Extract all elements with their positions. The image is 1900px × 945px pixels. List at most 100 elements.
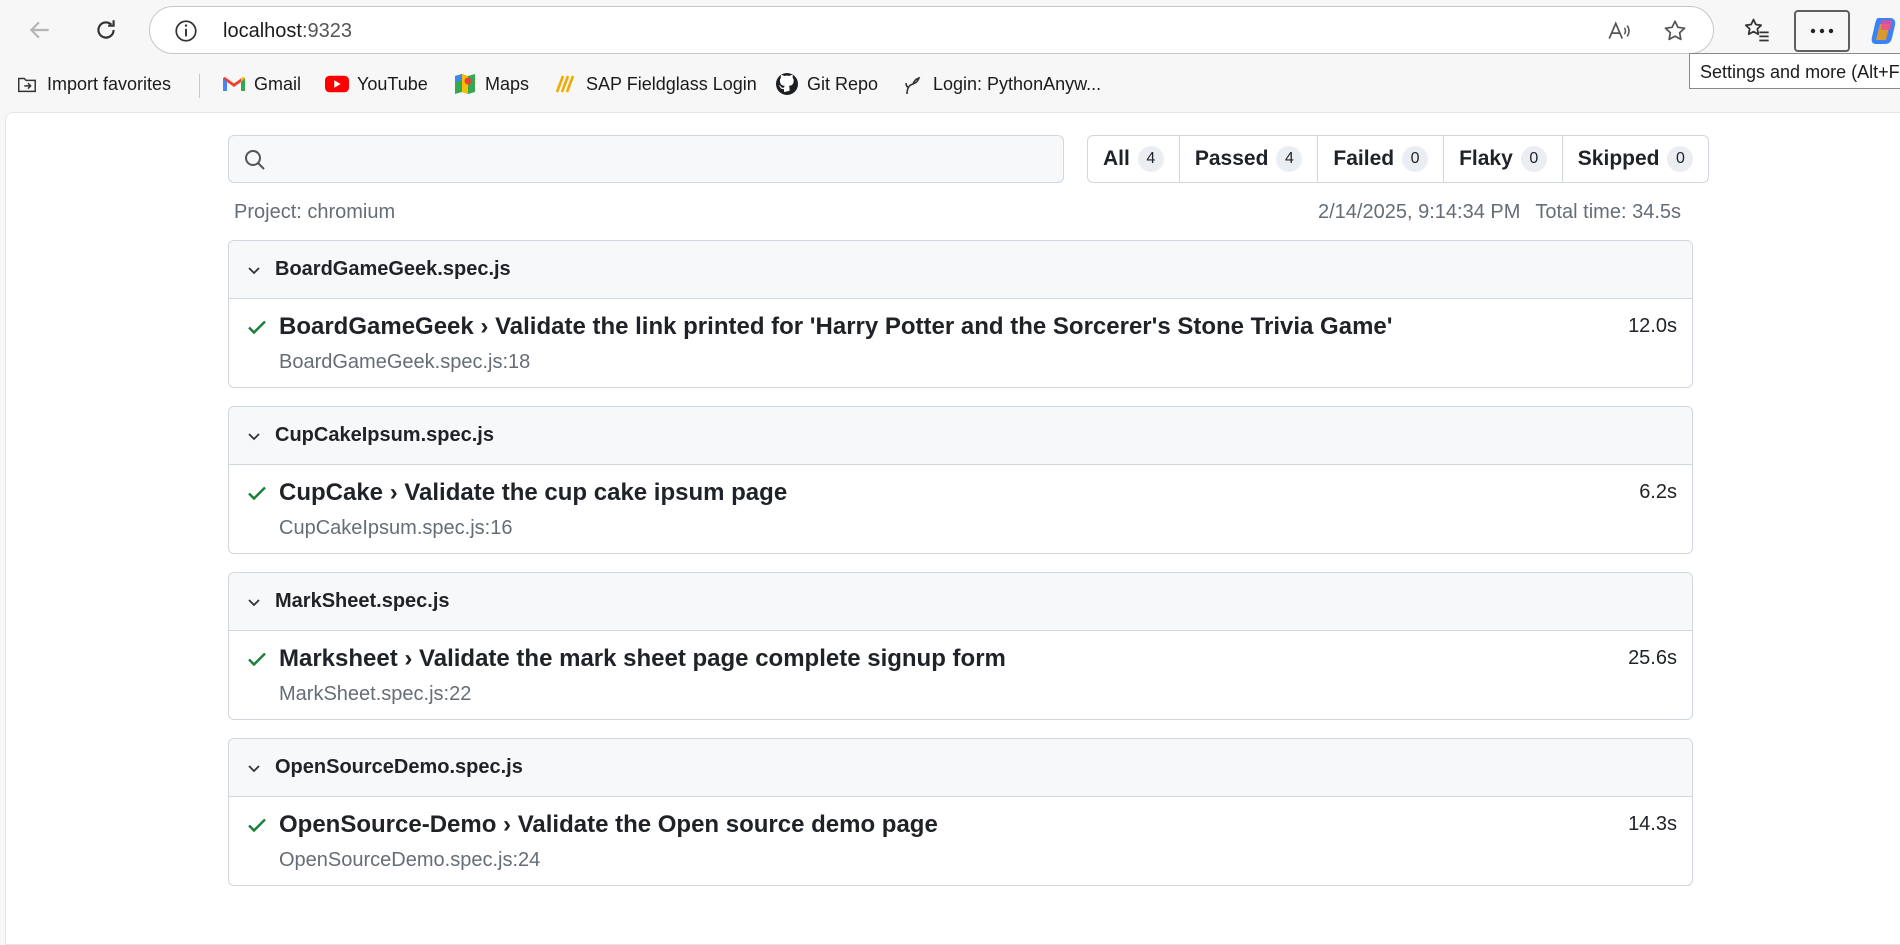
- url-port: :9323: [301, 20, 352, 42]
- import-folder-icon: [15, 72, 39, 96]
- github-icon: [775, 72, 799, 96]
- filter-count: 0: [1402, 146, 1429, 172]
- status-filters: All 4 Passed 4 Failed 0 Flaky 0 Skipped 0: [1087, 135, 1710, 183]
- test-duration: 12.0s: [1628, 315, 1677, 337]
- file-header[interactable]: BoardGameGeek.spec.js: [229, 241, 1692, 299]
- test-row[interactable]: Marksheet › Validate the mark sheet page…: [229, 631, 1692, 719]
- bookmark-import-favorites[interactable]: Import favorites: [15, 70, 171, 98]
- search-icon: [245, 150, 265, 170]
- fieldglass-icon: [554, 72, 578, 96]
- file-name: CupCakeIpsum.spec.js: [275, 424, 494, 446]
- test-location: BoardGameGeek.spec.js:18: [279, 351, 531, 373]
- bookmark-pythonanywhere[interactable]: Login: PythonAnyw...: [901, 70, 1101, 98]
- filter-label: Passed: [1194, 147, 1269, 170]
- youtube-icon: [325, 72, 349, 96]
- bookmark-label: Gmail: [254, 73, 302, 94]
- add-favorite-star-icon[interactable]: [1661, 17, 1689, 45]
- filter-count: 4: [1276, 146, 1303, 172]
- file-name: MarkSheet.spec.js: [275, 590, 450, 612]
- reload-button[interactable]: [86, 10, 126, 50]
- filter-count: 0: [1520, 146, 1547, 172]
- filter-label: Skipped: [1577, 147, 1660, 170]
- check-icon: [248, 486, 266, 501]
- search-input[interactable]: [273, 142, 1053, 176]
- read-aloud-icon[interactable]: [1605, 17, 1633, 45]
- file-card: OpenSourceDemo.spec.js OpenSource-Demo ›…: [228, 738, 1693, 886]
- chevron-down-icon: [243, 259, 265, 281]
- filter-skipped[interactable]: Skipped 0: [1561, 136, 1709, 182]
- back-button[interactable]: [20, 10, 60, 50]
- filter-failed[interactable]: Failed 0: [1317, 136, 1443, 182]
- arrow-left-icon: [29, 21, 49, 39]
- test-row[interactable]: BoardGameGeek › Validate the link printe…: [229, 299, 1692, 387]
- bookmark-gmail[interactable]: Gmail: [222, 70, 301, 98]
- url-text[interactable]: localhost:9323: [223, 20, 352, 43]
- favorites-list-icon: [1744, 18, 1769, 42]
- filter-count: 0: [1667, 146, 1694, 172]
- address-bar[interactable]: localhost:9323: [149, 6, 1714, 54]
- bookmark-label: SAP Fieldglass Login: [586, 73, 757, 94]
- test-title[interactable]: CupCake › Validate the cup cake ipsum pa…: [279, 479, 787, 507]
- file-card: BoardGameGeek.spec.js BoardGameGeek › Va…: [228, 240, 1693, 388]
- test-row[interactable]: OpenSource-Demo › Validate the Open sour…: [229, 797, 1692, 885]
- test-title[interactable]: OpenSource-Demo › Validate the Open sour…: [279, 811, 938, 839]
- bookmark-label: YouTube: [357, 73, 428, 94]
- chevron-down-icon: [243, 591, 265, 613]
- file-header[interactable]: CupCakeIpsum.spec.js: [229, 407, 1692, 465]
- project-name: Project: chromium: [234, 201, 396, 223]
- maps-icon: [453, 72, 477, 96]
- test-duration: 25.6s: [1628, 647, 1677, 669]
- test-location: OpenSourceDemo.spec.js:24: [279, 849, 541, 871]
- bookmark-label: Git Repo: [807, 73, 879, 94]
- check-icon: [248, 320, 266, 335]
- run-metadata: 2/14/2025, 9:14:34 PM Total time: 34.5s: [1318, 201, 1681, 224]
- bookmark-git-repo[interactable]: Git Repo: [775, 70, 878, 98]
- filter-label: Flaky: [1459, 147, 1513, 170]
- url-host: localhost: [223, 20, 302, 42]
- test-row[interactable]: CupCake › Validate the cup cake ipsum pa…: [229, 465, 1692, 553]
- filter-all[interactable]: All 4: [1088, 136, 1179, 182]
- chevron-down-icon: [243, 757, 265, 779]
- filter-label: All: [1103, 147, 1130, 170]
- browser-toolbar: localhost:9323: [0, 0, 1900, 60]
- bookmarks-divider: [199, 74, 200, 98]
- file-header[interactable]: MarkSheet.spec.js: [229, 573, 1692, 631]
- pythonanywhere-icon: [901, 72, 925, 96]
- check-icon: [248, 652, 266, 667]
- copilot-icon[interactable]: [1868, 14, 1900, 46]
- bookmark-maps[interactable]: Maps: [453, 70, 529, 98]
- filter-flaky[interactable]: Flaky 0: [1443, 136, 1562, 182]
- bookmark-label: Maps: [485, 73, 530, 94]
- bookmark-label: Login: PythonAnyw...: [933, 73, 1102, 94]
- check-icon: [248, 818, 266, 833]
- test-duration: 6.2s: [1639, 481, 1677, 503]
- total-time: Total time: 34.5s: [1535, 201, 1681, 223]
- test-location: MarkSheet.spec.js:22: [279, 683, 472, 705]
- file-name: BoardGameGeek.spec.js: [275, 258, 511, 280]
- report-page: All 4 Passed 4 Failed 0 Flaky 0 Skipped 0 Pro…: [5, 112, 1900, 945]
- test-location: CupCakeIpsum.spec.js:16: [279, 517, 513, 539]
- file-name: OpenSourceDemo.spec.js: [275, 756, 523, 778]
- test-title[interactable]: BoardGameGeek › Validate the link printe…: [279, 313, 1392, 341]
- file-header[interactable]: OpenSourceDemo.spec.js: [229, 739, 1692, 797]
- test-duration: 14.3s: [1628, 813, 1677, 835]
- settings-tooltip: Settings and more (Alt+F): [1689, 53, 1900, 89]
- test-title[interactable]: Marksheet › Validate the mark sheet page…: [279, 645, 1006, 673]
- site-info-icon[interactable]: [172, 17, 200, 45]
- bookmark-sap-fieldglass[interactable]: SAP Fieldglass Login: [554, 70, 757, 98]
- reload-icon: [97, 20, 115, 39]
- bookmarks-bar: Import favorites Gmail YouTube Maps SAP …: [0, 64, 1900, 104]
- settings-and-more-button[interactable]: [1794, 10, 1850, 52]
- bookmark-youtube[interactable]: YouTube: [325, 70, 428, 98]
- filter-count: 4: [1137, 146, 1164, 172]
- favorites-button[interactable]: [1737, 10, 1777, 50]
- gmail-icon: [222, 72, 246, 96]
- file-card: CupCakeIpsum.spec.js CupCake › Validate …: [228, 406, 1693, 554]
- filter-passed[interactable]: Passed 4: [1178, 136, 1318, 182]
- chevron-down-icon: [243, 425, 265, 447]
- run-datetime: 2/14/2025, 9:14:34 PM: [1318, 201, 1521, 223]
- filter-label: Failed: [1333, 147, 1395, 170]
- more-dots-icon: [1810, 28, 1834, 34]
- file-card: MarkSheet.spec.js Marksheet › Validate t…: [228, 572, 1693, 720]
- search-box[interactable]: [228, 135, 1064, 183]
